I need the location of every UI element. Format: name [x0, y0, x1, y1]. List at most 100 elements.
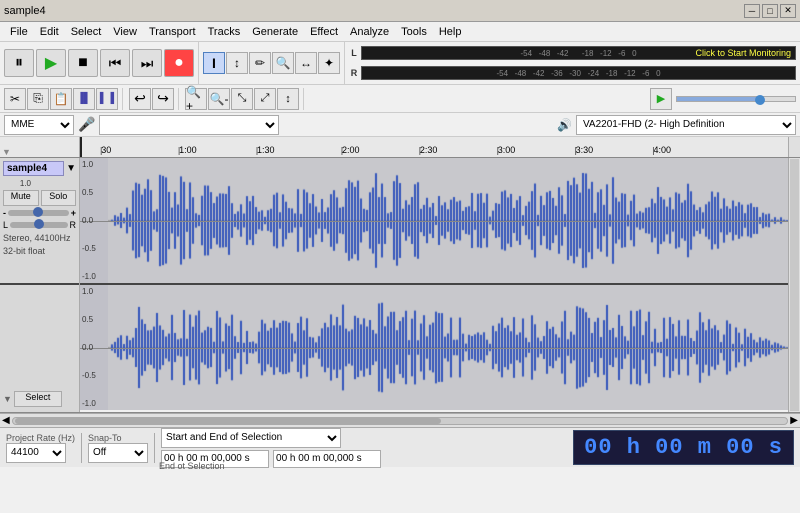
time-display: 00 h 00 m 00 s — [573, 430, 794, 465]
vscroll-thumb[interactable] — [790, 159, 799, 411]
track-area: sample4 ▼ 1.0 Mute Solo - + L — [0, 158, 800, 413]
waveform-upper[interactable]: 1.0 0.5 0.0 -0.5 -1.0 — [80, 158, 788, 285]
skip-start-button[interactable]: ⏮ — [100, 49, 130, 77]
skip-end-button[interactable]: ⏭ — [132, 49, 162, 77]
menu-file[interactable]: File — [4, 24, 34, 40]
multi-tool[interactable]: ✦ — [318, 52, 340, 74]
divider-2 — [154, 433, 155, 463]
gain-plus[interactable]: + — [71, 208, 76, 218]
pan-R: R — [70, 220, 77, 230]
play-indicator-btn[interactable]: ▶ — [650, 88, 672, 110]
project-rate-section: Project Rate (Hz) 44100 — [6, 433, 75, 463]
menu-generate[interactable]: Generate — [246, 24, 304, 40]
stop-button[interactable]: ■ — [68, 49, 98, 77]
track-dropdown[interactable]: ▼ — [66, 163, 76, 174]
close-button[interactable]: ✕ — [780, 4, 796, 18]
selection-end-input[interactable] — [273, 450, 381, 468]
input-device-select[interactable] — [99, 115, 279, 135]
waveform-lower[interactable]: 1.0 0.5 0.0 -0.5 -1.0 — [80, 285, 788, 410]
draw-tool[interactable]: ✏ — [249, 52, 271, 74]
snap-to-label: Snap-To — [88, 433, 122, 443]
meter-scale-L: -54 -48 -42 -18 -12 -6 0 — [520, 49, 636, 58]
pan-L: L — [3, 220, 8, 230]
zero-line-lower — [80, 348, 788, 349]
record-button[interactable]: ● — [164, 49, 194, 77]
menu-effect[interactable]: Effect — [304, 24, 344, 40]
paste-tool[interactable]: 📋 — [50, 88, 72, 110]
vscrollbar[interactable] — [788, 158, 800, 412]
titlebar-title: sample4 — [4, 5, 46, 17]
collapse-arrow[interactable]: ▼ — [3, 394, 12, 404]
time-display-text: 00 h 00 m 00 s — [584, 435, 783, 460]
zoom-tool-btn[interactable]: 🔍 — [272, 52, 294, 74]
hscroll-left-arrow[interactable]: ◀ — [2, 415, 10, 426]
ruler-ticks-svg — [80, 137, 788, 157]
scale-1-0-upper: 1.0 — [82, 160, 96, 169]
pan-knob[interactable] — [34, 219, 44, 229]
zoom-sel-tool[interactable]: ⤡ — [231, 88, 253, 110]
selection-mode-select[interactable]: Start and End of Selection — [161, 428, 341, 448]
gain-minus[interactable]: - — [3, 208, 6, 218]
menubar: File Edit Select View Transport Tracks G… — [0, 22, 800, 42]
silence-tool[interactable]: ▌▐ — [96, 88, 118, 110]
pause-button[interactable]: ⏸ — [4, 49, 34, 77]
trim-tool[interactable]: ▐▌ — [73, 88, 95, 110]
click-to-monitor-L[interactable]: Click to Start Monitoring — [695, 48, 791, 58]
menu-analyze[interactable]: Analyze — [344, 24, 395, 40]
track-bitdepth: 32-bit float — [3, 245, 76, 258]
gain-slider[interactable] — [8, 210, 69, 216]
redo-tool[interactable]: ↪ — [152, 88, 174, 110]
menu-tracks[interactable]: Tracks — [202, 24, 247, 40]
hscrollbar[interactable]: ◀ ▶ — [0, 413, 800, 427]
mic-icon: 🎤 — [78, 116, 95, 133]
track-info: Stereo, 44100Hz 32-bit float — [3, 232, 76, 257]
maximize-button[interactable]: □ — [762, 4, 778, 18]
undo-tool[interactable]: ↩ — [129, 88, 151, 110]
meter-L-label: L — [349, 48, 359, 58]
hscroll-right-arrow[interactable]: ▶ — [790, 415, 798, 426]
selection-start-input[interactable] — [161, 450, 269, 468]
time-display-section: 00 h 00 m 00 s — [387, 430, 794, 465]
copy-tool[interactable]: ⎘ — [27, 88, 49, 110]
host-select[interactable]: MME — [4, 115, 74, 135]
timeline-arrow[interactable]: ▼ — [2, 147, 11, 157]
gain-knob[interactable] — [33, 207, 43, 217]
menu-view[interactable]: View — [107, 24, 143, 40]
menu-edit[interactable]: Edit — [34, 24, 65, 40]
minimize-button[interactable]: ─ — [744, 4, 760, 18]
menu-tools[interactable]: Tools — [395, 24, 433, 40]
menu-select[interactable]: Select — [65, 24, 108, 40]
play-button[interactable]: ▶ — [36, 49, 66, 77]
zoom-reset-tool[interactable]: ↕ — [277, 88, 299, 110]
selection-section: Start and End of Selection — [161, 428, 381, 468]
waveform-area[interactable]: 1.0 0.5 0.0 -0.5 -1.0 — [80, 158, 788, 412]
zoom-out-tool[interactable]: 🔍- — [208, 88, 230, 110]
track-name[interactable]: sample4 — [3, 161, 64, 176]
selection-tool[interactable]: I — [203, 52, 225, 74]
solo-button[interactable]: Solo — [41, 190, 77, 206]
menu-transport[interactable]: Transport — [143, 24, 202, 40]
hscroll-track[interactable] — [12, 417, 789, 425]
pan-slider[interactable] — [10, 222, 67, 228]
selection-inputs — [161, 450, 381, 468]
meter-R-label: R — [349, 68, 359, 78]
zoom-in-tool[interactable]: 🔍+ — [185, 88, 207, 110]
titlebar: sample4 ─ □ ✕ — [0, 0, 800, 22]
snap-to-select[interactable]: Off — [88, 443, 148, 463]
timeline-left-spacer: ▼ — [0, 137, 80, 157]
timeline-ruler: ▼ 30 1:00 1:30 2:00 2:30 3:00 3:30 4:00 — [0, 137, 800, 158]
project-rate-select[interactable]: 44100 — [6, 443, 66, 463]
output-device-select[interactable]: VA2201-FHD (2- High Definition — [576, 115, 796, 135]
select-button[interactable]: Select — [14, 391, 62, 407]
playhead — [80, 137, 82, 157]
divider-1 — [81, 433, 82, 463]
hscroll-thumb[interactable] — [15, 418, 441, 424]
bottombar: Project Rate (Hz) 44100 Snap-To Off Star… — [0, 427, 800, 467]
menu-help[interactable]: Help — [433, 24, 468, 40]
envelope-tool[interactable]: ↕ — [226, 52, 248, 74]
timeshift-tool[interactable]: ↔ — [295, 52, 317, 74]
scale-m0-5-upper: -0.5 — [82, 244, 96, 253]
mute-button[interactable]: Mute — [3, 190, 39, 206]
cut-tool[interactable]: ✂ — [4, 88, 26, 110]
zoom-fit-tool[interactable]: ⤢ — [254, 88, 276, 110]
